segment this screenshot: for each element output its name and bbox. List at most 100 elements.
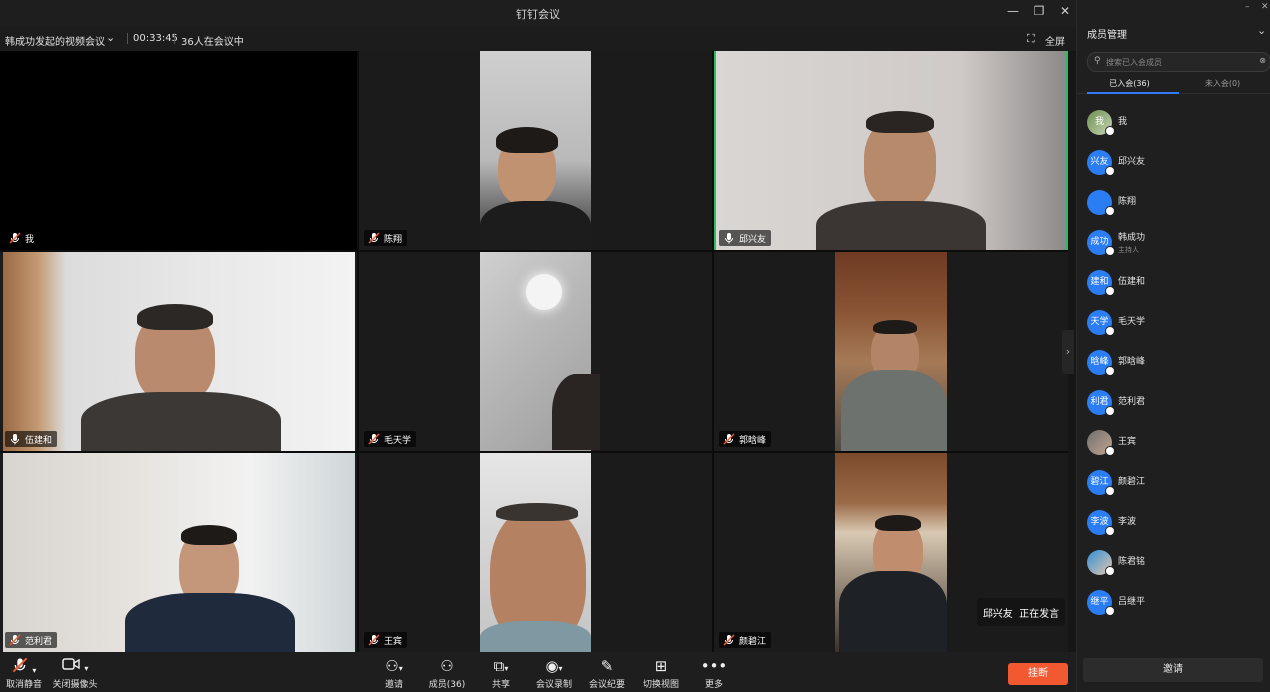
member-row[interactable]: 天学 毛天学	[1087, 310, 1267, 336]
record-label: 会议录制	[535, 680, 572, 690]
share-button[interactable]: ⧉▾ 共享	[471, 657, 531, 690]
record-button[interactable]: ◉▾ 会议录制	[524, 657, 584, 690]
panel-expander-chevron-right-icon[interactable]: ›	[1062, 330, 1074, 374]
close-icon[interactable]: ✕	[1261, 2, 1269, 12]
mic-status-icon	[1105, 446, 1115, 456]
mic-status-icon	[1105, 366, 1115, 376]
panel-title: 成员管理	[1087, 30, 1127, 41]
participant-count[interactable]: 36人在会议中	[181, 33, 244, 48]
video-tile[interactable]: 范利君	[0, 453, 357, 652]
invite-button[interactable]: ⚇▾ 邀请	[364, 657, 424, 690]
member-name: 我	[1118, 117, 1128, 127]
member-name: 陈君铭	[1118, 557, 1146, 567]
participant-name: 伍建和	[25, 435, 53, 446]
minimize-icon[interactable]: —	[1003, 4, 1023, 18]
mic-muted-icon	[368, 634, 380, 646]
participant-name: 毛天学	[384, 435, 412, 446]
search-placeholder: 搜索已入会成员	[1106, 58, 1162, 67]
share-label: 共享	[491, 680, 510, 690]
end-call-button[interactable]: 挂断	[1008, 663, 1068, 685]
member-row[interactable]: 陈君铭	[1087, 550, 1267, 576]
fullscreen-label[interactable]: 全屏	[1045, 33, 1065, 48]
participant-nametag: 我	[5, 230, 40, 246]
participant-name: 我	[25, 234, 35, 245]
panel-invite-button[interactable]: 邀请	[1083, 658, 1263, 682]
participant-nametag: 王宾	[364, 632, 408, 648]
participant-name: 邱兴友	[739, 234, 767, 245]
member-name: 颜碧江	[1118, 477, 1146, 487]
tab-not-joined[interactable]: 未入会(0)	[1174, 78, 1270, 89]
switch-view-button[interactable]: ⊞ 切换视图	[631, 657, 691, 690]
video-tile-active-speaker[interactable]: 邱兴友	[714, 51, 1068, 250]
participant-video	[835, 252, 947, 451]
mic-status-icon	[1105, 326, 1115, 336]
member-row[interactable]: 晗峰 郭晗峰	[1087, 350, 1267, 376]
clear-icon[interactable]: ⊗	[1259, 56, 1266, 65]
member-search-field[interactable]: ⚲ 搜索已入会成员 ⊗	[1087, 52, 1270, 72]
video-tile[interactable]: 伍建和	[0, 252, 357, 451]
camera-icon: ▾	[45, 657, 105, 675]
participant-name: 郭晗峰	[739, 435, 767, 446]
mic-status-icon	[1105, 606, 1115, 616]
restore-icon[interactable]: ❐	[1029, 4, 1049, 18]
video-tile-self[interactable]: 我	[0, 51, 357, 250]
participant-video	[716, 51, 1066, 250]
member-row[interactable]: 我我	[1087, 110, 1267, 136]
camera-label: 关闭摄像头	[52, 680, 98, 690]
participant-video	[835, 453, 947, 652]
minutes-button[interactable]: ✎ 会议纪要	[577, 657, 637, 690]
mic-status-icon	[1105, 286, 1115, 296]
video-tile[interactable]: 郭晗峰	[714, 252, 1068, 451]
participant-nametag: 范利君	[5, 632, 58, 648]
member-name: 李波	[1118, 517, 1137, 527]
participant-video	[3, 453, 355, 652]
mic-muted-icon	[9, 232, 21, 244]
add-user-icon: ⚇▾	[385, 657, 403, 675]
minimize-icon[interactable]: –	[1245, 2, 1250, 12]
share-screen-icon: ⧉▾	[493, 657, 509, 675]
chevron-down-icon[interactable]: ⌄	[106, 31, 115, 44]
member-row[interactable]: 李波 李波	[1087, 510, 1267, 536]
mic-muted-icon	[723, 433, 735, 445]
mic-status-icon	[1105, 126, 1115, 136]
record-icon: ◉▾	[545, 657, 563, 675]
member-tabs: 已入会(36) 未入会(0)	[1077, 72, 1270, 94]
more-button[interactable]: ••• 更多	[684, 657, 744, 690]
title-bar: 钉钉会议 — ❐ ✕	[0, 0, 1076, 26]
more-label: 更多	[704, 680, 723, 690]
members-panel: 成员管理 ⌄ – ✕ ⚲ 搜索已入会成员 ⊗ 已入会(36) 未入会(0) 我我…	[1076, 0, 1270, 692]
tab-indicator	[1087, 92, 1179, 94]
minutes-label: 会议纪要	[588, 680, 625, 690]
member-row[interactable]: 王宾	[1087, 430, 1267, 456]
meeting-name[interactable]: 韩成功发起的视频会议	[5, 33, 105, 48]
member-name: 吕继平	[1118, 597, 1146, 607]
video-tile[interactable]: 毛天学	[359, 252, 712, 451]
video-tile[interactable]: 陈翔	[359, 51, 712, 250]
members-button[interactable]: ⚇ 成员(36)	[417, 657, 477, 690]
participant-nametag: 颜碧江	[719, 632, 772, 648]
participant-video	[480, 51, 591, 250]
member-row[interactable]: 兴友 邱兴友	[1087, 150, 1267, 176]
member-row[interactable]: 成功 韩成功 主持人	[1087, 230, 1267, 256]
tab-joined[interactable]: 已入会(36)	[1081, 78, 1178, 89]
chevron-down-icon[interactable]: ⌄	[1257, 24, 1266, 37]
video-tile[interactable]: 王宾	[359, 453, 712, 652]
video-grid: 我 陈翔 邱兴友 伍建和 毛天学 郭晗峰 范利君 王宾 颜碧江	[0, 51, 1068, 652]
member-row[interactable]: 建和 伍建和	[1087, 270, 1267, 296]
participant-name: 王宾	[384, 636, 403, 647]
participant-nametag: 陈翔	[364, 230, 408, 246]
members-icon: ⚇	[440, 657, 454, 675]
member-row[interactable]: 陈翔	[1087, 190, 1267, 216]
close-icon[interactable]: ✕	[1055, 4, 1075, 18]
member-row[interactable]: 继平 吕继平	[1087, 590, 1267, 616]
meeting-duration: 00:33:45	[133, 33, 178, 44]
fullscreen-icon[interactable]: ⛶	[1027, 32, 1035, 46]
member-name: 伍建和	[1118, 277, 1146, 287]
turn-off-camera-button[interactable]: ▾ 关闭摄像头	[45, 657, 105, 690]
mic-muted-icon	[368, 433, 380, 445]
participant-video	[3, 252, 355, 451]
ai-minutes-icon: ✎	[600, 657, 614, 675]
member-row[interactable]: 碧江 颜碧江	[1087, 470, 1267, 496]
member-row[interactable]: 利君 范利君	[1087, 390, 1267, 416]
mic-status-icon	[1105, 526, 1115, 536]
